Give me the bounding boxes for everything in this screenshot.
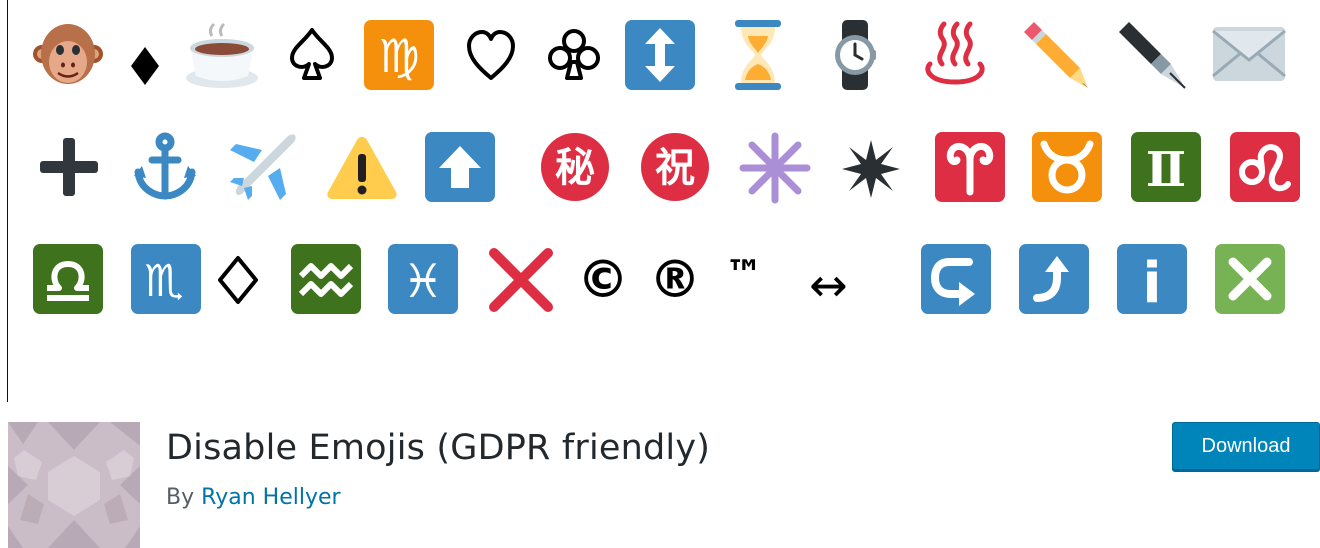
hot-springs-icon bbox=[925, 21, 985, 85]
svg-text:♏: ♏ bbox=[144, 256, 183, 307]
white-heart-suit-icon bbox=[467, 30, 515, 80]
aries-icon bbox=[935, 132, 1005, 202]
ideograph-congratulation-icon: 祝 bbox=[641, 133, 709, 201]
left-right-arrow-icon: ↔ bbox=[809, 258, 848, 312]
by-label: By bbox=[166, 485, 195, 510]
registered-icon: ® bbox=[649, 250, 701, 310]
plugin-banner: ♍ 秘 祝 Ⅱ ♏ ♓ © ® ™ ↔ i bbox=[0, 0, 1320, 402]
plugin-thumbnail bbox=[8, 422, 140, 548]
scorpius-icon: ♏ bbox=[131, 244, 201, 314]
hourglass-icon bbox=[735, 20, 781, 90]
trade-mark-icon: ™ bbox=[725, 252, 763, 296]
fountain-pen-nib-icon bbox=[1119, 22, 1186, 89]
plugin-byline: By Ryan Hellyer bbox=[166, 485, 341, 510]
download-button[interactable]: Download bbox=[1172, 422, 1320, 470]
svg-text:♓: ♓ bbox=[402, 254, 443, 308]
watch-icon bbox=[835, 20, 876, 90]
negative-squared-cross-mark-icon bbox=[1215, 244, 1285, 314]
ideograph-secret-icon: 秘 bbox=[541, 133, 609, 201]
envelope-icon bbox=[1212, 27, 1286, 81]
up-arrow-icon bbox=[425, 132, 495, 202]
svg-text:♍: ♍ bbox=[378, 29, 419, 83]
monkey-face-icon bbox=[33, 24, 103, 84]
cross-mark-icon bbox=[489, 248, 553, 312]
aquarius-icon bbox=[291, 244, 361, 314]
arrow-curving-up-icon bbox=[1019, 244, 1089, 314]
airplane-icon bbox=[230, 134, 296, 200]
taurus-icon bbox=[1032, 132, 1102, 202]
svg-text:Ⅱ: Ⅱ bbox=[1146, 142, 1186, 198]
pisces-icon: ♓ bbox=[388, 244, 458, 314]
svg-text:秘: 秘 bbox=[555, 145, 595, 191]
plugin-title: Disable Emojis (GDPR friendly) bbox=[166, 428, 711, 468]
copyright-icon: © bbox=[577, 250, 629, 310]
gemini-icon: Ⅱ bbox=[1131, 132, 1201, 202]
pencil-icon bbox=[1024, 22, 1088, 88]
leftwards-arrow-with-hook-icon bbox=[921, 244, 991, 314]
warning-icon bbox=[327, 137, 397, 199]
white-diamond-suit-icon bbox=[218, 256, 258, 304]
svg-text:i: i bbox=[1142, 251, 1161, 314]
hot-beverage-icon bbox=[186, 22, 258, 88]
libra-icon bbox=[33, 244, 103, 314]
up-down-arrow-icon bbox=[625, 20, 695, 90]
virgo-icon: ♍ bbox=[364, 20, 434, 90]
leo-icon bbox=[1230, 132, 1300, 202]
eight-spoked-asterisk-icon bbox=[739, 132, 811, 204]
black-diamond-suit-icon bbox=[131, 47, 159, 85]
anchor-icon bbox=[134, 132, 196, 200]
svg-text:祝: 祝 bbox=[655, 145, 695, 191]
white-club-suit-icon bbox=[548, 29, 600, 80]
information-source-icon: i bbox=[1117, 244, 1187, 314]
eight-pointed-star-icon bbox=[842, 140, 900, 198]
black-spade-suit-icon bbox=[290, 28, 334, 80]
author-link[interactable]: Ryan Hellyer bbox=[201, 485, 340, 510]
heavy-plus-icon bbox=[40, 138, 98, 196]
